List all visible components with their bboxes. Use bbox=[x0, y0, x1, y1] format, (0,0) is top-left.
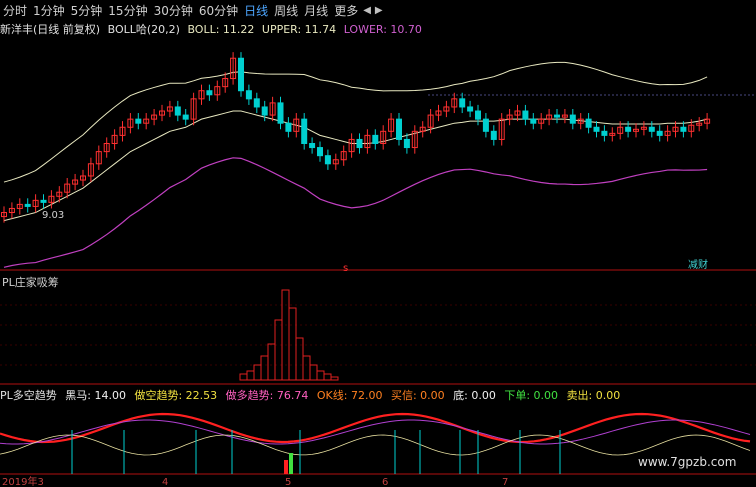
candle-body bbox=[467, 106, 474, 112]
x-axis-label: 4 bbox=[162, 477, 168, 487]
chip-bar bbox=[323, 373, 332, 381]
candle-body bbox=[475, 110, 481, 120]
corner-tag: 减财 bbox=[688, 258, 708, 271]
candle-body bbox=[261, 106, 268, 116]
candle-body bbox=[569, 114, 576, 124]
x-axis-label: 2019年3 bbox=[2, 475, 44, 487]
candle-body bbox=[356, 138, 363, 149]
long-trend-line bbox=[0, 412, 751, 444]
candle-body bbox=[245, 90, 252, 100]
x-axis-label: 5 bbox=[285, 477, 291, 487]
chip-bar bbox=[281, 289, 290, 381]
candle-body bbox=[309, 143, 316, 149]
chip-bar bbox=[316, 370, 325, 381]
chip-bar bbox=[274, 319, 283, 381]
candle-body bbox=[459, 98, 466, 108]
chart-labels: 2019年3 4 5 6 7 9.03 s 减财 www.7gpzb.com bbox=[2, 210, 736, 487]
chip-histogram bbox=[239, 289, 339, 381]
buy-bar bbox=[284, 460, 288, 474]
candle-body bbox=[174, 106, 181, 116]
chip-bar bbox=[330, 376, 339, 381]
x-axis-label: 6 bbox=[382, 477, 388, 487]
candle-body bbox=[396, 118, 402, 140]
chip-bar bbox=[295, 337, 304, 381]
ok-line bbox=[0, 434, 751, 456]
candle-body bbox=[680, 126, 687, 132]
candle-body bbox=[317, 147, 323, 157]
candle-body bbox=[522, 110, 529, 120]
low-marker: 9.03 bbox=[42, 210, 64, 221]
candle-body bbox=[530, 118, 537, 124]
candle-body bbox=[135, 118, 142, 124]
candle-body bbox=[648, 126, 655, 132]
chip-bar bbox=[267, 343, 276, 381]
candle-body bbox=[490, 130, 497, 140]
chip-bar bbox=[302, 355, 311, 381]
candle-body bbox=[182, 114, 189, 120]
boll-lower-line bbox=[3, 157, 708, 268]
chip-bar bbox=[253, 364, 262, 381]
candle-body bbox=[656, 130, 663, 136]
candle-body bbox=[206, 90, 213, 96]
candle-body bbox=[625, 126, 632, 132]
candle-body bbox=[24, 203, 31, 207]
candle-body bbox=[482, 118, 489, 132]
chip-bar bbox=[260, 355, 269, 381]
chip-bar bbox=[288, 307, 297, 381]
candle-body bbox=[253, 98, 260, 108]
candles bbox=[1, 52, 711, 223]
candle-body bbox=[301, 118, 308, 144]
candle-body bbox=[372, 134, 379, 145]
watermark: www.7gpzb.com bbox=[638, 455, 736, 469]
chip-bar bbox=[246, 370, 255, 381]
buy-bar bbox=[289, 453, 293, 474]
candle-body bbox=[238, 57, 244, 92]
chart-canvas: 2019年3 4 5 6 7 9.03 s 减财 www.7gpzb.com bbox=[0, 52, 756, 487]
candle-body bbox=[554, 114, 560, 118]
candle-body bbox=[285, 122, 292, 132]
candle-body bbox=[40, 199, 47, 203]
candle-body bbox=[585, 118, 592, 128]
x-axis-label: 7 bbox=[502, 477, 508, 487]
candle-body bbox=[277, 102, 284, 124]
boll-upper-line bbox=[3, 61, 708, 183]
candle-body bbox=[403, 138, 410, 149]
chip-bar bbox=[239, 373, 248, 381]
short-trend-line bbox=[0, 419, 751, 445]
boll-mid-line bbox=[3, 110, 708, 222]
candle-body bbox=[324, 155, 331, 165]
signal-s: s bbox=[343, 263, 348, 274]
candle-body bbox=[593, 126, 600, 132]
chip-bar bbox=[309, 364, 318, 381]
candle-body bbox=[601, 130, 608, 136]
boll-lines bbox=[3, 61, 708, 268]
